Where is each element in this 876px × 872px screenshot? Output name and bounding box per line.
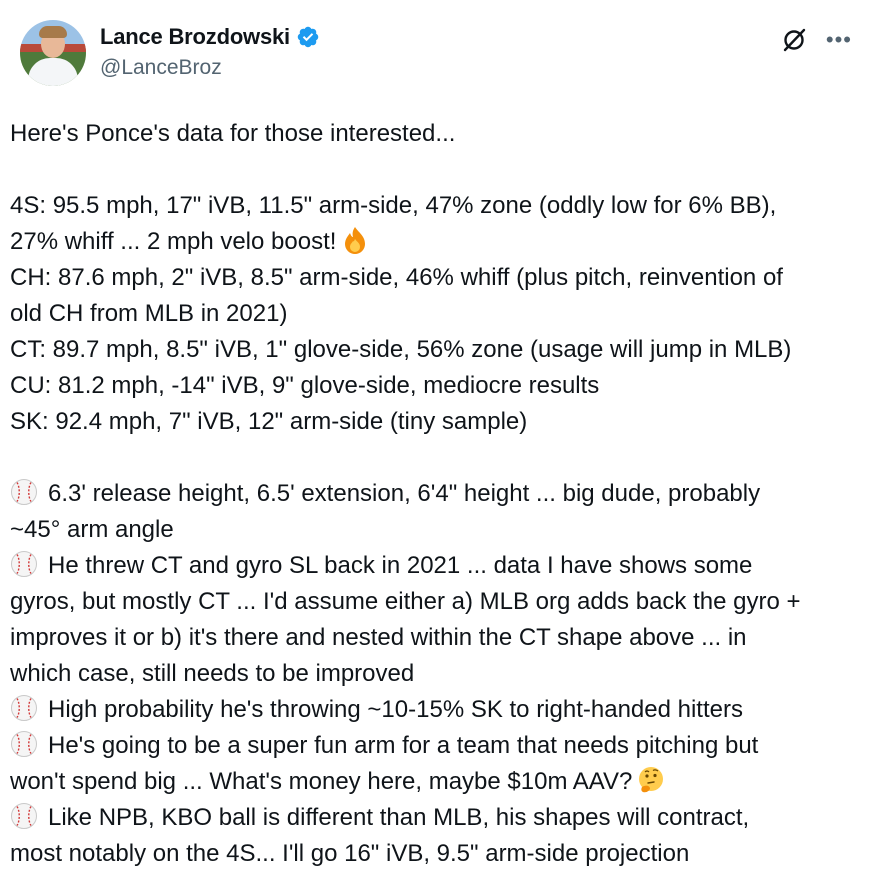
tweet-line: He's going to be a super fun arm for a t… [10, 728, 858, 764]
tweet-line: 27% whiff ... 2 mph velo boost! [10, 224, 858, 260]
verified-badge-icon [297, 26, 319, 48]
tweet-line: Here's Ponce's data for those interested… [10, 116, 858, 152]
tweet-line: CH: 87.6 mph, 2" iVB, 8.5" arm-side, 46%… [10, 260, 858, 296]
tweet-text: Here's Ponce's data for those interested… [10, 116, 858, 872]
tweet-line: 6.3' release height, 6.5' extension, 6'4… [10, 476, 858, 512]
author-info: Lance Brozdowski @LanceBroz [100, 24, 320, 80]
tweet-line: most notably on the 4S... I'll go 16" iV… [10, 836, 858, 872]
fire-emoji-icon [345, 227, 366, 254]
tweet-line-text: old CH from MLB in 2021) [10, 300, 288, 327]
thinking-face-emoji-icon [639, 767, 664, 793]
tweet-line-text: Here's Ponce's data for those interested… [10, 120, 456, 147]
tweet-line: which case, still needs to be improved [10, 656, 858, 692]
tweet-line-text: won't spend big ... What's money here, m… [10, 768, 633, 795]
tweet-line-text: He's going to be a super fun arm for a t… [48, 732, 759, 759]
tweet-line-text: gyros, but mostly CT ... I'd assume eith… [10, 588, 801, 615]
tweet-line-text: CU: 81.2 mph, -14" iVB, 9" glove-side, m… [10, 372, 600, 399]
baseball-emoji-icon [11, 803, 37, 829]
tweet-line-text: Like NPB, KBO ball is different than MLB… [48, 804, 750, 831]
tweet-line-text: 4S: 95.5 mph, 17" iVB, 11.5" arm-side, 4… [10, 192, 777, 219]
tweet-line-text: which case, still needs to be improved [10, 660, 415, 687]
tweet-line: Like NPB, KBO ball is different than MLB… [10, 800, 858, 836]
baseball-emoji-icon [11, 695, 37, 721]
tweet-line-text: ~45° arm angle [10, 516, 174, 543]
tweet-line: won't spend big ... What's money here, m… [10, 764, 858, 800]
author-display-name[interactable]: Lance Brozdowski [100, 24, 290, 50]
tweet-line-text: CH: 87.6 mph, 2" iVB, 8.5" arm-side, 46%… [10, 264, 783, 291]
tweet-line: CT: 89.7 mph, 8.5" iVB, 1" glove-side, 5… [10, 332, 858, 368]
tweet-line-text: 27% whiff ... 2 mph velo boost! [10, 228, 337, 255]
tweet-line-text: 6.3' release height, 6.5' extension, 6'4… [48, 480, 761, 507]
tweet-line-text: CT: 89.7 mph, 8.5" iVB, 1" glove-side, 5… [10, 336, 792, 363]
tweet-line: SK: 92.4 mph, 7" iVB, 12" arm-side (tiny… [10, 404, 858, 440]
tweet-line: ~45° arm angle [10, 512, 858, 548]
tweet-line-text: High probability he's throwing ~10-15% S… [48, 696, 743, 723]
tweet-line: 4S: 95.5 mph, 17" iVB, 11.5" arm-side, 4… [10, 188, 858, 224]
baseball-emoji-icon [11, 551, 37, 577]
tweet-header: Lance Brozdowski @LanceBroz ••• [10, 18, 858, 88]
tweet-actions-top: ••• [780, 26, 852, 54]
more-options-icon[interactable]: ••• [826, 26, 852, 54]
tweet-line-text: most notably on the 4S... I'll go 16" iV… [10, 840, 690, 867]
tweet-line: improves it or b) it's there and nested … [10, 620, 858, 656]
tweet-line-text: SK: 92.4 mph, 7" iVB, 12" arm-side (tiny… [10, 408, 528, 435]
grok-icon[interactable] [780, 26, 808, 54]
tweet: Lance Brozdowski @LanceBroz ••• Here's P… [0, 0, 876, 869]
tweet-line: He threw CT and gyro SL back in 2021 ...… [10, 548, 858, 584]
author-handle[interactable]: @LanceBroz [100, 56, 320, 80]
tweet-line-text: He threw CT and gyro SL back in 2021 ...… [48, 552, 753, 579]
tweet-line-text: improves it or b) it's there and nested … [10, 624, 747, 651]
avatar[interactable] [20, 20, 86, 86]
tweet-line: gyros, but mostly CT ... I'd assume eith… [10, 584, 858, 620]
tweet-line: High probability he's throwing ~10-15% S… [10, 692, 858, 728]
tweet-line: CU: 81.2 mph, -14" iVB, 9" glove-side, m… [10, 368, 858, 404]
baseball-emoji-icon [11, 479, 37, 505]
baseball-emoji-icon [11, 731, 37, 757]
tweet-line: old CH from MLB in 2021) [10, 296, 858, 332]
